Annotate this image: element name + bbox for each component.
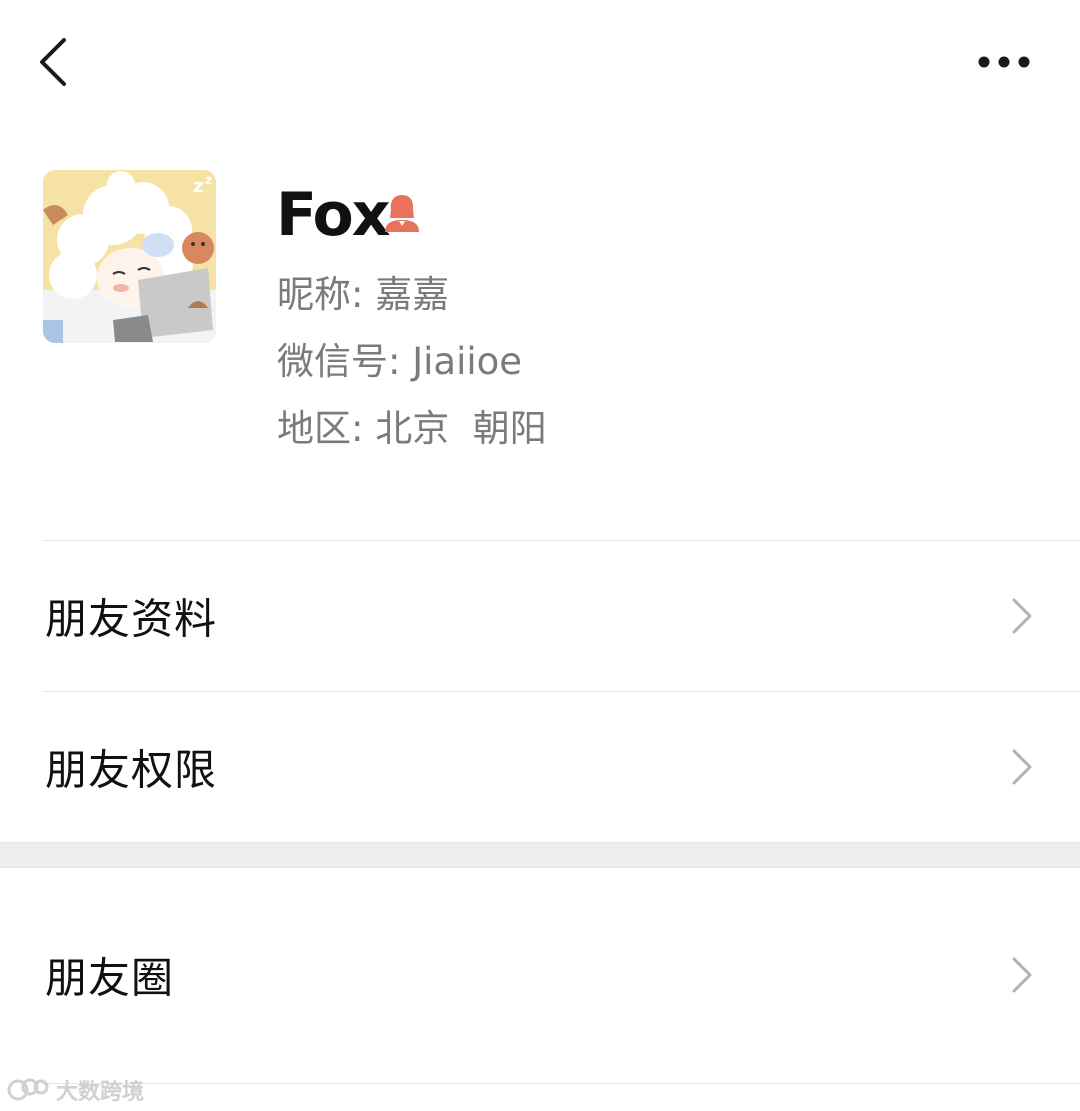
avatar-illustration: z z: [43, 170, 216, 343]
moments-label: 朋友圈: [45, 953, 175, 1003]
chevron-right-icon: [1012, 957, 1032, 993]
friend-permissions-label: 朋友权限: [45, 745, 218, 795]
profile-name: Fox: [276, 180, 390, 250]
wechat-id-label: 微信号:: [277, 340, 401, 383]
top-nav-bar: [0, 0, 1080, 125]
region-line: 地区: 北京 朝阳: [277, 404, 547, 454]
more-options-button[interactable]: [966, 38, 1042, 86]
svg-text:z: z: [205, 173, 212, 187]
ellipsis-icon: [978, 56, 1030, 68]
svg-text:z: z: [193, 176, 203, 197]
watermark-text: 大数跨境: [56, 1080, 145, 1105]
avatar[interactable]: z z: [43, 170, 216, 343]
chevron-right-icon: [1012, 598, 1032, 634]
friend-info-label: 朋友资料: [45, 594, 218, 644]
back-button[interactable]: [28, 30, 80, 94]
chevron-right-icon: [1012, 749, 1032, 785]
region-label: 地区:: [277, 407, 364, 450]
moments-row[interactable]: 朋友圈: [0, 867, 1080, 1083]
nickname-value: 嘉嘉: [375, 273, 450, 316]
section-gap: [0, 842, 1080, 868]
divider: [42, 1083, 1080, 1084]
chevron-left-icon: [40, 38, 66, 86]
wechat-id-value[interactable]: Jiaiioe: [412, 340, 522, 383]
friend-permissions-row[interactable]: 朋友权限: [0, 692, 1080, 842]
watermark-logo-icon: [7, 1078, 49, 1101]
nickname-label: 昵称:: [277, 273, 364, 316]
friend-info-row[interactable]: 朋友资料: [0, 541, 1080, 691]
female-person-icon: [381, 192, 423, 234]
watermark: 大数跨境: [6, 1073, 144, 1107]
region-value: 北京 朝阳: [375, 407, 547, 450]
wechat-id-line: 微信号: Jiaiioe: [277, 337, 522, 387]
nickname-line: 昵称: 嘉嘉: [277, 270, 449, 320]
